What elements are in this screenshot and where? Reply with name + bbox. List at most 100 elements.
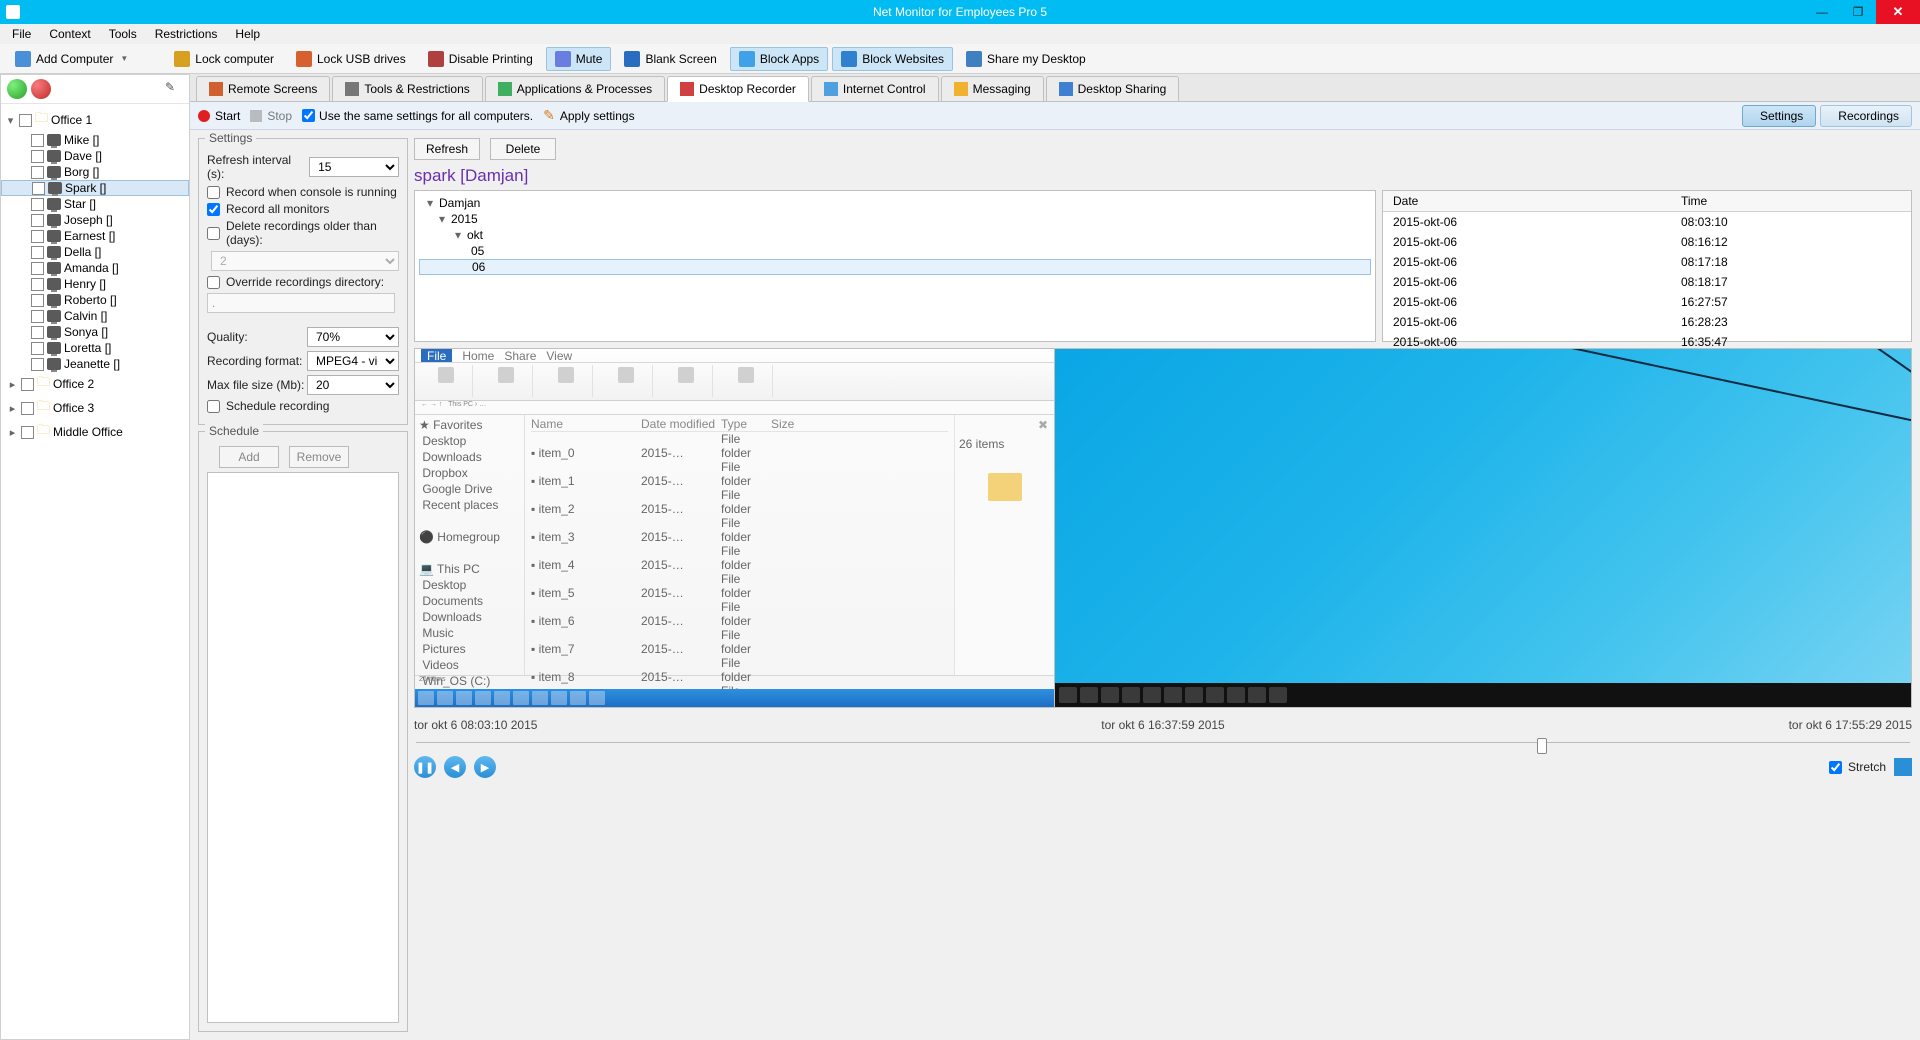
stretch-checkbox[interactable]: Stretch [1829, 760, 1886, 774]
start-recording-button[interactable]: Start [198, 109, 240, 123]
settings-button[interactable]: Settings [1742, 105, 1816, 127]
disable-printing-button[interactable]: Disable Printing [419, 47, 542, 71]
play-pause-button[interactable]: ❚❚ [414, 756, 436, 778]
tree-group[interactable]: ▸🗀Middle Office [1, 420, 189, 444]
delete-days-select[interactable]: 2 [211, 251, 399, 271]
tree-root[interactable]: ▾🗀Office 1 [1, 108, 189, 132]
tree-user[interactable]: Sonya [] [1, 324, 189, 340]
table-row[interactable]: 2015-okt-0616:27:57 [1383, 292, 1911, 312]
edit-icon[interactable]: ✎ [165, 80, 183, 98]
share-desktop-button[interactable]: Share my Desktop [957, 47, 1095, 71]
table-row[interactable]: 2015-okt-0608:18:17 [1383, 272, 1911, 292]
menu-file[interactable]: File [4, 25, 39, 43]
schedule-recording-checkbox[interactable]: Schedule recording [207, 399, 399, 413]
format-select[interactable]: MPEG4 - video [307, 351, 399, 371]
mute-button[interactable]: Mute [546, 47, 612, 71]
computers-tree[interactable]: ▾🗀Office 1 Mike [] Dave [] Borg [] Spark… [1, 104, 189, 1039]
mute-label: Mute [576, 52, 603, 66]
rec-tree-day[interactable]: 05 [419, 243, 1371, 259]
refresh-button[interactable]: Refresh [414, 138, 480, 160]
directory-input[interactable] [207, 293, 395, 313]
reject-icon[interactable] [31, 79, 51, 99]
internet-icon [824, 82, 838, 96]
timeline-track[interactable] [416, 738, 1910, 748]
col-date[interactable]: Date [1383, 191, 1671, 211]
accept-icon[interactable] [7, 79, 27, 99]
tree-group[interactable]: ▸🗀Office 2 [1, 372, 189, 396]
delete-button[interactable]: Delete [490, 138, 556, 160]
share-label: Share my Desktop [987, 52, 1086, 66]
interval-select[interactable]: 15 [309, 157, 399, 177]
stop-recording-button[interactable]: Stop [250, 109, 292, 123]
tab-desktop-sharing[interactable]: Desktop Sharing [1046, 76, 1180, 101]
tab-messaging[interactable]: Messaging [941, 76, 1044, 101]
tab-apps[interactable]: Applications & Processes [485, 76, 665, 101]
table-row[interactable]: 2015-okt-0616:28:23 [1383, 312, 1911, 332]
tree-user[interactable]: Amanda [] [1, 260, 189, 276]
tab-recorder[interactable]: Desktop Recorder [667, 76, 809, 102]
timeline-handle[interactable] [1537, 738, 1547, 754]
add-computer-button[interactable]: Add Computer▼ [6, 47, 137, 71]
tree-user[interactable]: Roberto [] [1, 292, 189, 308]
tab-tools[interactable]: Tools & Restrictions [332, 76, 482, 101]
schedule-add-button[interactable]: Add [219, 446, 279, 468]
tab-internet[interactable]: Internet Control [811, 76, 939, 101]
menu-help[interactable]: Help [227, 25, 268, 43]
tree-user[interactable]: Jeanette [] [1, 356, 189, 372]
step-back-button[interactable]: ◀ [444, 756, 466, 778]
rec-tree-month[interactable]: okt [467, 228, 483, 242]
tree-user[interactable]: Mike [] [1, 132, 189, 148]
block-apps-button[interactable]: Block Apps [730, 47, 828, 71]
same-settings-checkbox[interactable]: Use the same settings for all computers. [302, 109, 533, 123]
delete-older-checkbox[interactable]: Delete recordings older than (days): [207, 219, 399, 247]
lock-computer-button[interactable]: Lock computer [165, 47, 283, 71]
tree-user[interactable]: Della [] [1, 244, 189, 260]
recordings-button[interactable]: Recordings [1820, 105, 1912, 127]
lock-usb-button[interactable]: Lock USB drives [287, 47, 415, 71]
recording-tree[interactable]: ▾Damjan ▾2015 ▾okt 05 06 [414, 190, 1376, 342]
table-row[interactable]: 2015-okt-0608:16:12 [1383, 232, 1911, 252]
menu-tools[interactable]: Tools [101, 25, 145, 43]
tree-user[interactable]: Star [] [1, 196, 189, 212]
schedule-group: Schedule Add Remove [198, 431, 408, 1032]
recordings-table[interactable]: Date Time 2015-okt-0608:03:102015-okt-06… [1382, 190, 1912, 342]
menu-context[interactable]: Context [41, 25, 98, 43]
close-button[interactable] [1876, 0, 1920, 24]
record-console-checkbox[interactable]: Record when console is running [207, 185, 399, 199]
preview-secondary-monitor[interactable] [1055, 349, 1911, 707]
tree-group[interactable]: ▸🗀Office 3 [1, 396, 189, 420]
minimize-button[interactable] [1804, 0, 1840, 24]
tree-user[interactable]: Henry [] [1, 276, 189, 292]
tree-user[interactable]: Joseph [] [1, 212, 189, 228]
tree-user[interactable]: Earnest [] [1, 228, 189, 244]
override-dir-checkbox[interactable]: Override recordings directory: [207, 275, 399, 289]
tree-user[interactable]: Borg [] [1, 164, 189, 180]
recorder-icon [680, 82, 694, 96]
rec-tree-day-selected[interactable]: 06 [419, 259, 1371, 275]
quality-select[interactable]: 70% [307, 327, 399, 347]
tree-user[interactable]: Dave [] [1, 148, 189, 164]
schedule-list[interactable] [207, 472, 399, 1023]
record-all-monitors-checkbox[interactable]: Record all monitors [207, 202, 399, 216]
block-websites-button[interactable]: Block Websites [832, 47, 953, 71]
desktop-share-icon [1059, 82, 1073, 96]
rec-tree-root[interactable]: Damjan [439, 196, 480, 210]
menu-restrictions[interactable]: Restrictions [147, 25, 226, 43]
tab-remote-screens[interactable]: Remote Screens [196, 76, 330, 101]
maximize-button[interactable] [1840, 0, 1876, 24]
tree-user[interactable]: Loretta [] [1, 340, 189, 356]
blank-screen-button[interactable]: Blank Screen [615, 47, 725, 71]
preview-primary-monitor[interactable]: FileHomeShareView ← → ↑ [415, 349, 1055, 707]
table-row[interactable]: 2015-okt-0608:17:18 [1383, 252, 1911, 272]
table-row[interactable]: 2015-okt-0608:03:10 [1383, 212, 1911, 232]
maxfs-select[interactable]: 20 [307, 375, 399, 395]
apply-settings-button[interactable]: ✎Apply settings [543, 107, 634, 124]
tree-user-selected[interactable]: Spark [] [1, 180, 189, 196]
fullscreen-icon[interactable] [1894, 758, 1912, 776]
tree-user[interactable]: Calvin [] [1, 308, 189, 324]
step-forward-button[interactable]: ▶ [474, 756, 496, 778]
rec-tree-year[interactable]: 2015 [451, 212, 478, 226]
monitor-icon [47, 134, 61, 146]
schedule-remove-button[interactable]: Remove [289, 446, 349, 468]
col-time[interactable]: Time [1671, 191, 1911, 211]
